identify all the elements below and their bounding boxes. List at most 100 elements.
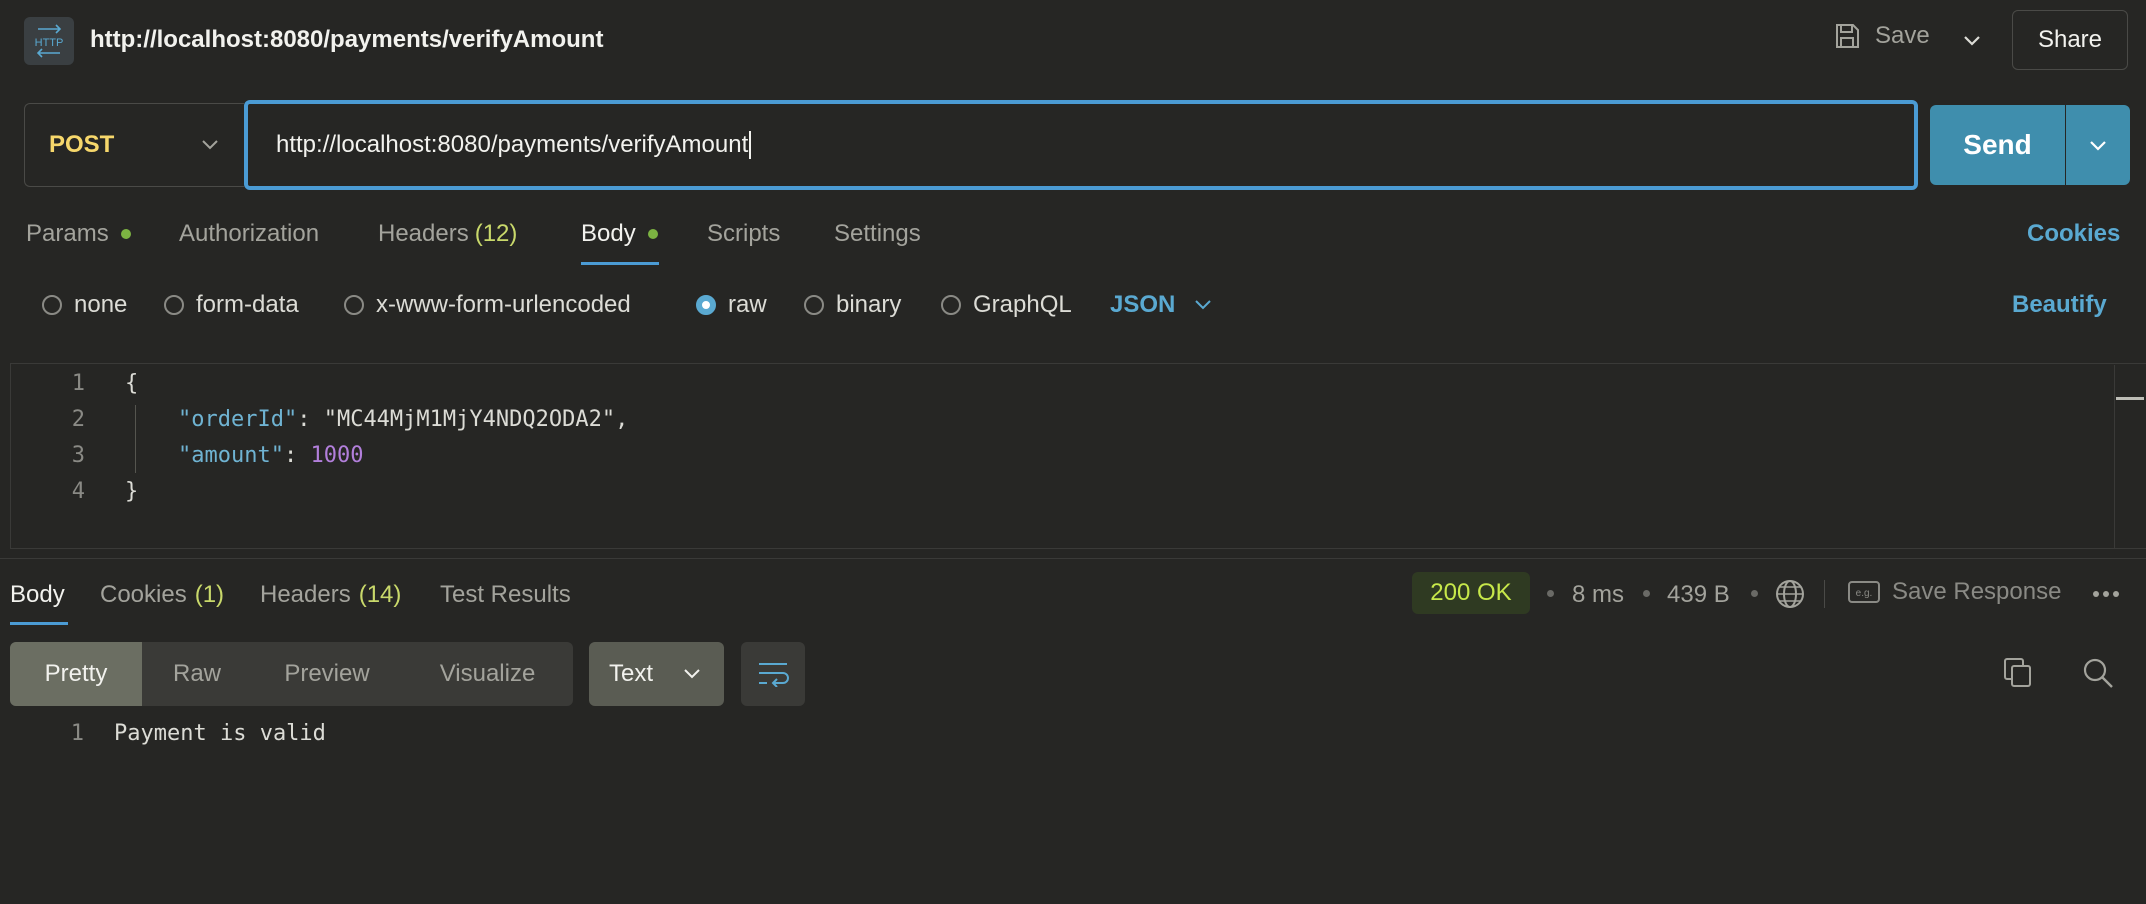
divider: [1824, 580, 1825, 608]
response-view-selector[interactable]: Pretty Raw Preview Visualize: [10, 642, 573, 706]
radio-graphql[interactable]: GraphQL: [941, 291, 1072, 319]
beautify-button[interactable]: Beautify: [2012, 291, 2107, 319]
save-icon: [1836, 24, 1859, 48]
json-key: "orderId": [177, 407, 298, 432]
search-icon[interactable]: [2082, 657, 2114, 689]
radio-circle: [344, 295, 364, 315]
request-body-editor[interactable]: 1{ 2 "orderId": "MC44MjM1MjY4NDQ2ODA2", …: [10, 363, 2146, 549]
radio-raw[interactable]: raw: [696, 291, 767, 319]
url-input[interactable]: http://localhost:8080/payments/verifyAmo…: [244, 100, 1918, 190]
code-text: {: [125, 371, 139, 396]
cookies-count: (1): [194, 581, 225, 608]
save-label: Save: [1875, 22, 1930, 49]
chevron-down-icon: [202, 140, 218, 150]
indent-guide: [135, 405, 136, 473]
body-format-select[interactable]: JSON: [1110, 291, 1212, 319]
method-select[interactable]: POST: [24, 103, 244, 187]
json-key: "amount": [177, 443, 284, 468]
tab-headers-label: Headers: [378, 220, 469, 247]
response-body-viewer[interactable]: 1 Payment is valid: [10, 716, 326, 752]
radio-urlencoded-label: x-www-form-urlencoded: [376, 291, 631, 318]
editor-scrollbar-thumb[interactable]: [2116, 397, 2144, 400]
separator-dot: [1547, 590, 1554, 597]
radio-circle: [42, 295, 62, 315]
copy-icon[interactable]: [2003, 657, 2033, 689]
response-tab-headers[interactable]: Headers (14): [260, 581, 401, 609]
text-cursor: [749, 131, 752, 159]
active-tab-indicator: [581, 262, 659, 265]
save-response-button[interactable]: e.g. Save Response: [1848, 578, 2061, 606]
request-title[interactable]: http://localhost:8080/payments/verifyAmo…: [90, 26, 603, 54]
response-tab-test-results[interactable]: Test Results: [440, 581, 571, 609]
radio-urlencoded[interactable]: x-www-form-urlencoded: [344, 291, 631, 319]
tab-scripts[interactable]: Scripts: [707, 220, 780, 248]
status-badge[interactable]: 200 OK: [1412, 572, 1530, 614]
active-response-tab-indicator: [10, 622, 68, 625]
modified-dot: [647, 229, 658, 239]
send-button[interactable]: Send: [1930, 105, 2065, 185]
chevron-down-icon: [2090, 140, 2106, 151]
tab-authorization[interactable]: Authorization: [179, 220, 319, 248]
code-line: 3 "amount": 1000: [11, 438, 2146, 474]
send-options-button[interactable]: [2066, 105, 2130, 185]
pane-divider[interactable]: [0, 558, 2146, 559]
radio-graphql-label: GraphQL: [973, 291, 1072, 318]
view-pretty[interactable]: Pretty: [10, 642, 142, 706]
modified-dot: [120, 229, 131, 239]
response-text: Payment is valid: [114, 721, 326, 746]
view-preview[interactable]: Preview: [252, 642, 402, 706]
response-headers-count: (14): [358, 581, 402, 608]
radio-circle: [941, 295, 961, 315]
view-raw[interactable]: Raw: [142, 642, 252, 706]
radio-form-data[interactable]: form-data: [164, 291, 299, 319]
radio-raw-label: raw: [728, 291, 767, 318]
code-text: }: [125, 479, 139, 504]
tab-headers[interactable]: Headers (12): [378, 220, 517, 248]
code-line: 4}: [11, 474, 2146, 510]
chevron-down-icon: [1964, 36, 1980, 46]
view-visualize[interactable]: Visualize: [402, 642, 573, 706]
cookies-link[interactable]: Cookies: [2027, 220, 2120, 248]
more-options-icon[interactable]: [2092, 590, 2120, 598]
line-number: 2: [71, 407, 85, 432]
radio-circle: [164, 295, 184, 315]
response-size[interactable]: 439 B: [1667, 581, 1730, 609]
save-button[interactable]: Save: [1833, 22, 1930, 50]
response-tab-body[interactable]: Body: [10, 581, 65, 609]
line-number: 1: [71, 371, 85, 396]
tab-params-label: Params: [26, 220, 109, 247]
method-label: POST: [49, 131, 115, 158]
body-format-label: JSON: [1110, 291, 1176, 318]
radio-circle-selected: [696, 295, 716, 315]
response-tab-cookies[interactable]: Cookies (1): [100, 581, 224, 609]
example-icon: e.g.: [1848, 581, 1880, 603]
line-number: 3: [71, 443, 85, 468]
response-format-select[interactable]: Text: [589, 642, 724, 706]
response-tab-cookies-label: Cookies: [100, 581, 187, 608]
wrap-lines-button[interactable]: [741, 642, 805, 706]
http-request-icon: HTTP: [24, 17, 74, 65]
json-number-value: 1000: [310, 443, 364, 468]
code-line: 2 "orderId": "MC44MjM1MjY4NDQ2ODA2",: [11, 402, 2146, 438]
radio-none-label: none: [74, 291, 128, 318]
svg-text:HTTP: HTTP: [35, 37, 64, 49]
tab-settings[interactable]: Settings: [834, 220, 921, 248]
share-button[interactable]: Share: [2012, 10, 2128, 70]
editor-scrollbar-track[interactable]: [2114, 365, 2115, 549]
wrap-icon: [759, 663, 789, 687]
json-string-value: "MC44MjM1MjY4NDQ2ODA2": [323, 407, 616, 432]
chevron-down-icon: [1195, 300, 1212, 310]
tab-body[interactable]: Body: [581, 220, 658, 248]
url-text: http://localhost:8080/payments/verifyAmo…: [276, 131, 749, 158]
response-tab-headers-label: Headers: [260, 581, 351, 608]
radio-binary[interactable]: binary: [804, 291, 901, 319]
globe-icon[interactable]: [1774, 578, 1806, 610]
chevron-down-icon: [684, 669, 700, 679]
radio-none[interactable]: none: [42, 291, 127, 319]
save-response-label: Save Response: [1892, 578, 2062, 605]
tab-params[interactable]: Params: [26, 220, 131, 248]
save-options-button[interactable]: [1955, 24, 1989, 58]
line-number: 4: [71, 479, 85, 504]
response-time[interactable]: 8 ms: [1572, 581, 1624, 609]
response-format-label: Text: [609, 660, 654, 687]
